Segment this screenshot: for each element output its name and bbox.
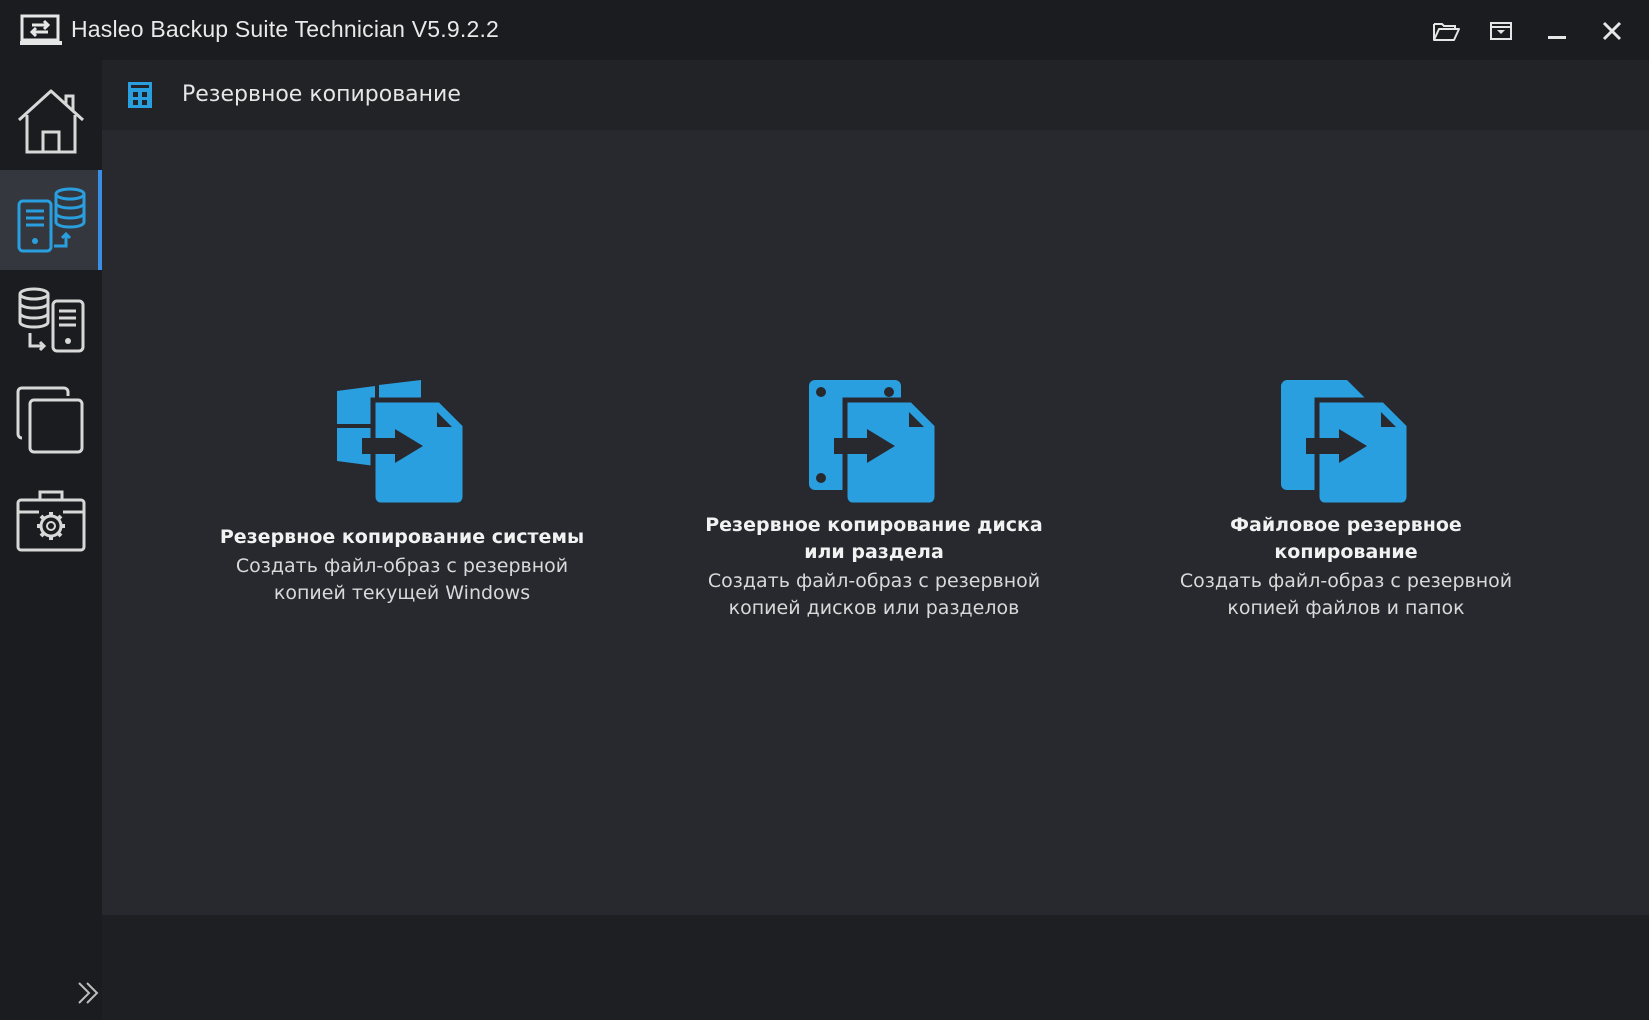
card-description: Создать файл-образ с резервной копией те… <box>235 555 569 604</box>
close-icon[interactable] <box>1597 16 1627 46</box>
restore-icon <box>18 287 85 353</box>
disk-backup-card[interactable]: Резервное копирование диска или раздела … <box>684 380 1064 700</box>
content-header: Резервное копирование <box>102 60 1649 130</box>
system-backup-icon <box>337 380 467 508</box>
backup-icon <box>17 187 86 253</box>
sidebar-item-home[interactable] <box>0 70 102 170</box>
expand-sidebar-icon[interactable] <box>76 978 102 1008</box>
sidebar-item-tools[interactable] <box>0 470 102 570</box>
footer-bar <box>102 915 1649 1020</box>
system-backup-card[interactable]: Резервное копирование системы Создать фа… <box>212 380 592 700</box>
file-backup-icon <box>1281 380 1411 508</box>
card-description: Создать файл-образ с резервной копией ди… <box>707 570 1041 619</box>
card-title: Резервное копирование системы <box>219 526 585 548</box>
title-bar: Hasleo Backup Suite Technician V5.9.2.2 <box>0 0 1649 60</box>
card-title: Файловое резервное копирование <box>1230 514 1462 563</box>
card-description: Создать файл-образ с резервной копией фа… <box>1179 570 1513 619</box>
open-folder-icon[interactable] <box>1431 16 1461 46</box>
backup-section-icon <box>128 82 152 108</box>
window-title: Hasleo Backup Suite Technician V5.9.2.2 <box>71 16 500 42</box>
clone-icon <box>16 386 84 454</box>
sidebar-item-restore[interactable] <box>0 270 102 370</box>
minimize-icon[interactable] <box>1542 16 1572 46</box>
app-logo-icon <box>20 14 62 45</box>
sidebar <box>0 60 102 1020</box>
disk-backup-icon <box>809 380 939 508</box>
main-content: Резервное копирование Резервное копирова… <box>102 60 1649 915</box>
page-title: Резервное копирование <box>182 82 461 107</box>
sidebar-item-clone[interactable] <box>0 370 102 470</box>
file-backup-card[interactable]: Файловое резервное копирование Создать ф… <box>1156 380 1536 700</box>
home-icon <box>17 89 85 154</box>
menu-dropdown-icon[interactable] <box>1486 16 1516 46</box>
sidebar-item-backup[interactable] <box>0 170 102 270</box>
card-title: Резервное копирование диска или раздела <box>705 514 1043 563</box>
tools-icon <box>16 490 86 552</box>
